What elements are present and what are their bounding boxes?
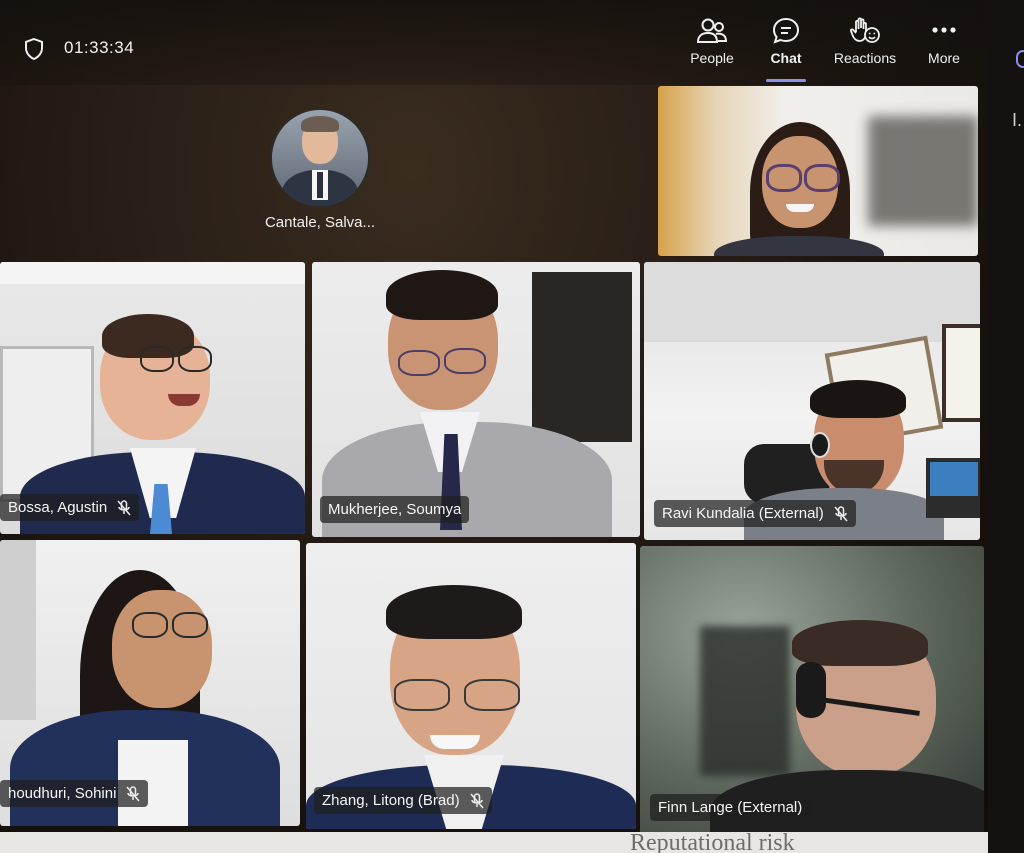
participant-name: Bossa, Agustin [8, 499, 108, 516]
video-tile-top-right[interactable] [658, 86, 978, 256]
chat-active-indicator [766, 79, 806, 82]
mic-off-icon [834, 505, 848, 521]
participant-name: Finn Lange (External) [658, 799, 803, 816]
participant-nametag: houdhuri, Sohini [0, 780, 149, 807]
people-icon [696, 18, 728, 43]
participant-nametag: Ravi Kundalia (External) [654, 500, 856, 527]
video-tile-kundalia[interactable]: Ravi Kundalia (External) [644, 262, 980, 540]
meeting-window: 01:33:34 People Chat Reactions More I. C… [0, 0, 1024, 853]
chat-label: Chat [770, 50, 802, 66]
people-button[interactable]: People [683, 16, 741, 72]
meeting-timer: 01:33:34 [64, 38, 135, 57]
more-button[interactable]: More [918, 16, 970, 72]
meeting-toolbar: 01:33:34 People Chat Reactions More [0, 0, 994, 85]
participant-nametag: Bossa, Agustin [0, 494, 140, 521]
raise-hand-icon [850, 17, 880, 43]
video-tile-sohini[interactable]: houdhuri, Sohini [0, 540, 300, 826]
reactions-label: Reactions [833, 50, 897, 66]
participant-name: Mukherjee, Soumya [328, 501, 462, 518]
participant-nametag: Zhang, Litong (Brad) [314, 787, 492, 814]
participant-nametag: Finn Lange (External) [650, 794, 811, 821]
participant-name: Ravi Kundalia (External) [662, 505, 824, 522]
panel-toggle-icon[interactable] [1016, 50, 1024, 68]
chat-button[interactable]: Chat [760, 16, 812, 82]
mic-off-icon [126, 785, 140, 801]
video-tile-bossa[interactable]: Bossa, Agustin [0, 262, 305, 534]
video-tile-lange[interactable]: Finn Lange (External) [640, 546, 984, 836]
screen-bottom-edge [0, 832, 988, 853]
avatar [270, 108, 370, 208]
participant-nametag: Mukherjee, Soumya [320, 496, 470, 523]
mic-off-icon [117, 499, 131, 515]
participant-avatar-tile[interactable] [270, 108, 370, 208]
shield-icon[interactable] [24, 38, 44, 60]
video-tile-zhang[interactable]: Zhang, Litong (Brad) [306, 543, 636, 829]
more-icon [932, 27, 956, 33]
reactions-button[interactable]: Reactions [826, 16, 904, 72]
participant-name: Zhang, Litong (Brad) [322, 792, 460, 809]
people-label: People [690, 50, 734, 66]
video-tile-mukherjee[interactable]: Mukherjee, Soumya [312, 262, 640, 537]
background-document-text: Reputational risk [630, 830, 795, 853]
more-label: More [928, 50, 960, 66]
side-panel-text: I. [1012, 110, 1023, 130]
avatar-participant-name: Cantale, Salva... [264, 214, 376, 231]
chat-icon [772, 17, 800, 44]
participant-name: houdhuri, Sohini [8, 785, 117, 802]
mic-off-icon [470, 792, 484, 808]
